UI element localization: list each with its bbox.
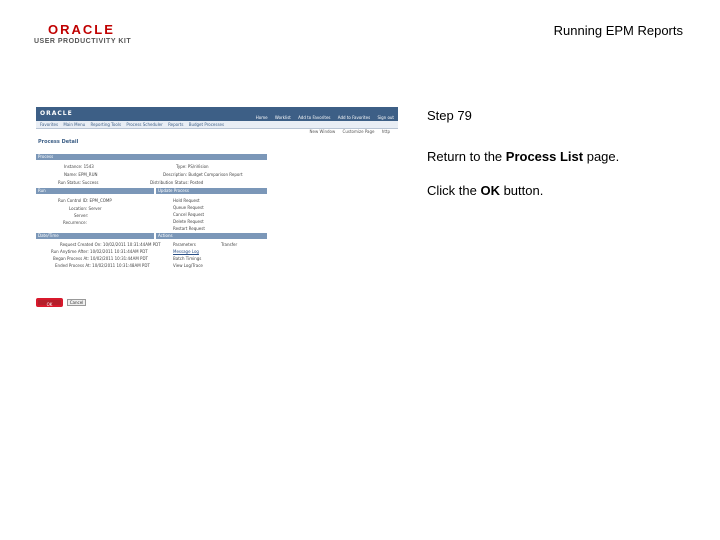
process-line: Instance: 1543 xyxy=(64,164,94,169)
logo-upk-text: USER PRODUCTIVITY KIT xyxy=(34,38,132,45)
customize-page-link[interactable]: Customize Page xyxy=(343,129,375,134)
logo-oracle-text: ORACLE xyxy=(48,22,115,37)
cancel-button[interactable]: Cancel xyxy=(67,299,86,306)
process-line: Name: EPM_RUN xyxy=(64,172,98,177)
menu-reporting-tools[interactable]: Reporting Tools xyxy=(90,122,121,127)
update-option[interactable]: Hold Request xyxy=(173,198,200,203)
run-line: Recurrence: xyxy=(63,220,87,225)
update-option[interactable]: Delete Request xyxy=(173,219,204,224)
app-menu-bar: Favorites Main Menu Reporting Tools Proc… xyxy=(36,121,398,129)
actions-line: Parameters xyxy=(173,242,196,247)
http-link[interactable]: http xyxy=(382,129,390,134)
datetime-line: Request Created On: 10/02/2011 10:31:44A… xyxy=(60,242,161,247)
menu-main[interactable]: Main Menu xyxy=(63,122,85,127)
datetime-line: Ended Process At: 10/02/2011 10:31:48AM … xyxy=(55,263,150,268)
step-number: Step 79 xyxy=(427,108,472,123)
menu-reports[interactable]: Reports xyxy=(168,122,183,127)
top-link-home[interactable]: Home xyxy=(256,115,268,120)
oracle-upk-logo: ORACLE USER PRODUCTIVITY KIT xyxy=(34,22,134,48)
update-option[interactable]: Restart Request xyxy=(173,226,205,231)
app-top-bar: ORACLE Home Worklist Add to Favorites Ad… xyxy=(36,107,398,121)
process-line: Distribution Status: Posted xyxy=(150,180,204,185)
top-link-favorites-2[interactable]: Add to Favorites xyxy=(338,115,370,120)
instruction-1-prefix: Return to the xyxy=(427,149,506,164)
instruction-1-suffix: page. xyxy=(583,149,620,164)
datetime-line: Run Anytime After: 10/02/2011 10:31:44AM… xyxy=(51,249,148,254)
update-option[interactable]: Cancel Request xyxy=(173,212,204,217)
document-title: Running EPM Reports xyxy=(553,23,683,38)
datetime-section-header: Date/Time xyxy=(36,233,154,239)
run-section-header: Run xyxy=(36,188,154,194)
instruction-1-bold: Process List xyxy=(505,149,584,164)
menu-process-scheduler[interactable]: Process Scheduler xyxy=(126,122,162,127)
utility-links: New Window Customize Page http xyxy=(303,129,390,134)
process-section-header: Process xyxy=(36,154,267,160)
message-log-link[interactable]: Message Log xyxy=(173,249,199,254)
new-window-link[interactable]: New Window xyxy=(309,129,335,134)
actions-line: Batch Timings xyxy=(173,256,202,261)
instruction-1: Return to the Process List page. xyxy=(427,149,619,164)
instruction-2-bold: OK xyxy=(480,183,500,198)
instruction-2: Click the OK button. xyxy=(427,183,543,198)
actions-section-header: Actions xyxy=(156,233,267,239)
process-line: Run Status: Success xyxy=(58,180,99,185)
run-line: Server: xyxy=(74,213,89,218)
process-line: Type: PS/nVision xyxy=(176,164,209,169)
datetime-line: Began Process At: 10/02/2011 10:31:44AM … xyxy=(53,256,148,261)
top-link-worklist[interactable]: Worklist xyxy=(275,115,291,120)
run-line: Run Control ID: EPM_COMP xyxy=(58,198,112,203)
menu-favorites[interactable]: Favorites xyxy=(40,122,58,127)
instruction-2-suffix: button. xyxy=(499,183,544,198)
ok-button[interactable]: OK xyxy=(36,298,63,307)
run-line: Location: Server xyxy=(69,206,102,211)
menu-budget-processes[interactable]: Budget Processes xyxy=(189,122,224,127)
update-option[interactable]: Queue Request xyxy=(173,205,204,210)
top-links: Home Worklist Add to Favorites Add to Fa… xyxy=(250,115,394,120)
top-link-favorites-1[interactable]: Add to Favorites xyxy=(298,115,330,120)
actions-line: Transfer xyxy=(221,242,238,247)
top-link-signout[interactable]: Sign out xyxy=(377,115,394,120)
page-title: Process Detail xyxy=(38,139,79,145)
app-logo: ORACLE xyxy=(40,110,73,117)
process-detail-screenshot: ORACLE Home Worklist Add to Favorites Ad… xyxy=(36,107,398,312)
actions-line: View Log/Trace xyxy=(173,263,203,268)
instruction-2-prefix: Click the xyxy=(427,183,481,198)
update-process-section-header: Update Process xyxy=(156,188,267,194)
process-line: Description: Budget Comparison Report xyxy=(163,172,243,177)
